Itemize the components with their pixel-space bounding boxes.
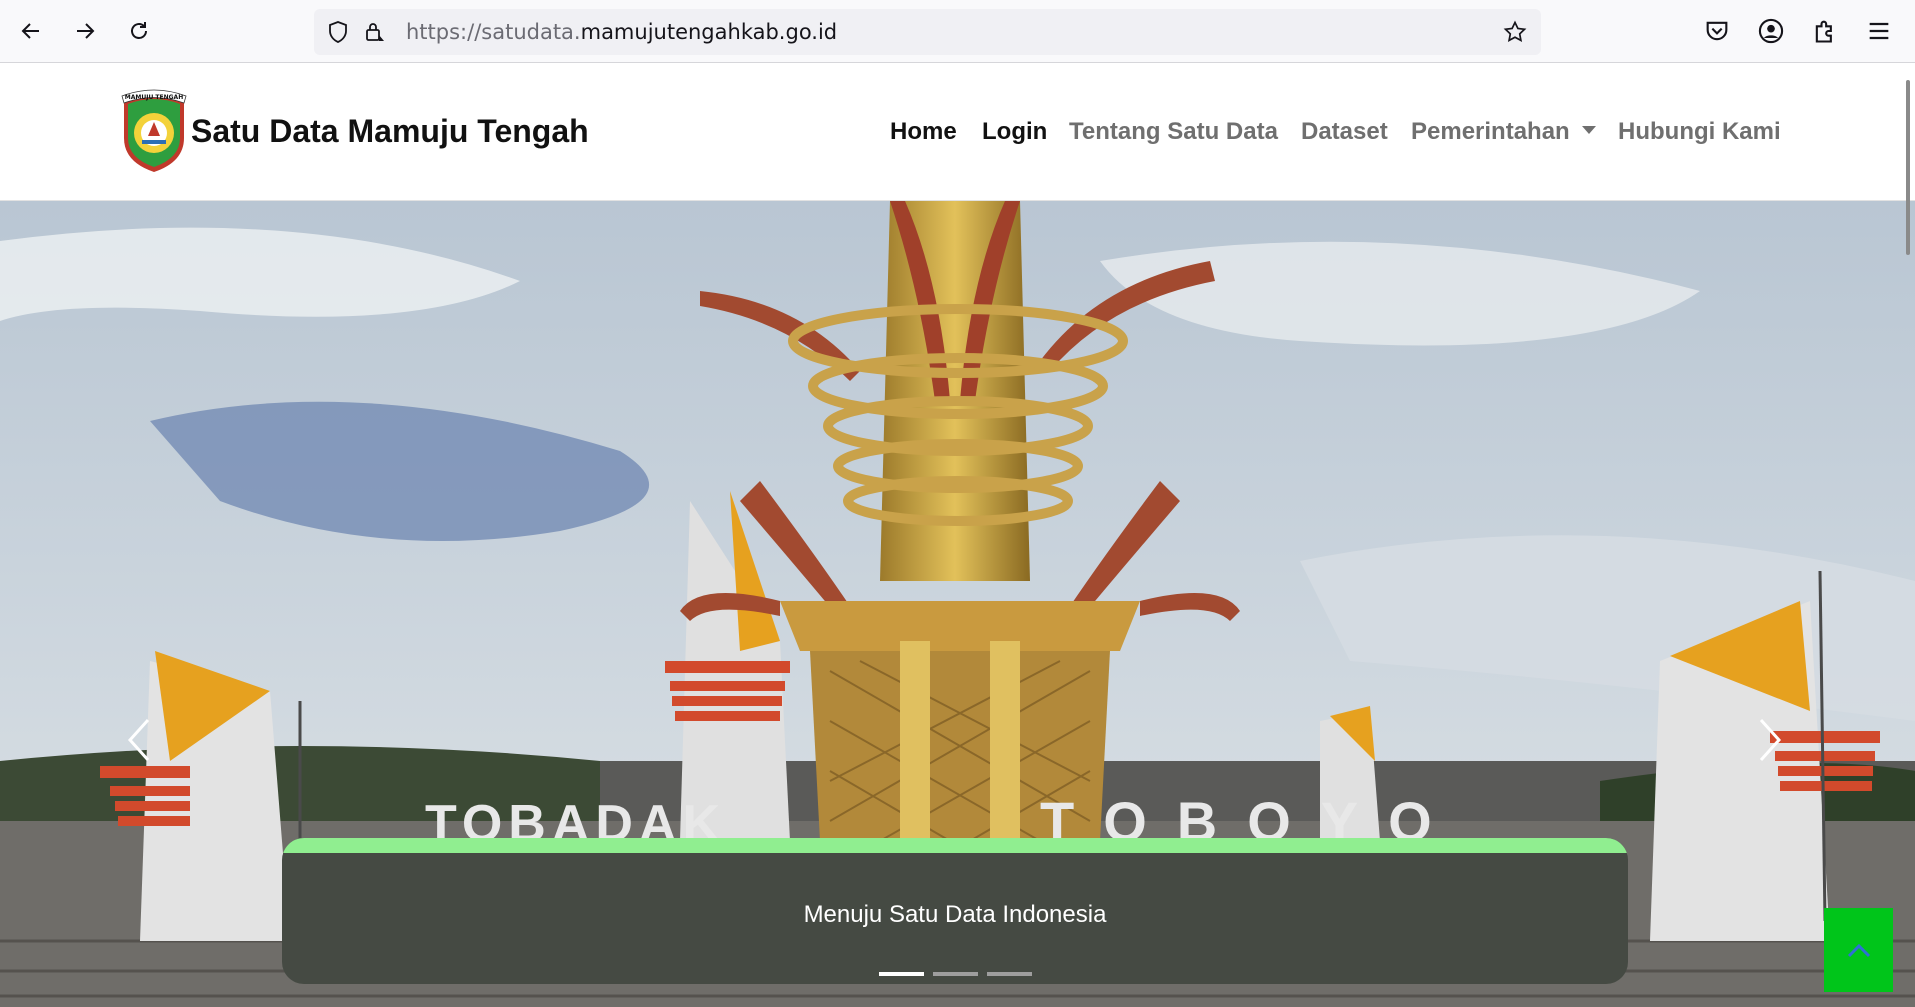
lock-icon[interactable]: [362, 20, 386, 44]
browser-toolbar: https://satudata.mamujutengahkab.go.id: [0, 0, 1915, 63]
site-navbar: MAMUJU TENGAH Satu Data Mamuju Tengah Ho…: [0, 64, 1915, 201]
pocket-icon[interactable]: [1703, 17, 1731, 45]
shield-icon[interactable]: [326, 20, 350, 44]
account-icon[interactable]: [1757, 17, 1785, 45]
back-to-top-button[interactable]: [1824, 908, 1893, 992]
nav-home[interactable]: Home: [890, 118, 957, 146]
carousel-indicator-1[interactable]: [879, 972, 924, 976]
url-prefix: https://satudata.: [406, 20, 581, 44]
nav-dataset[interactable]: Dataset: [1301, 118, 1388, 146]
nav-about[interactable]: Tentang Satu Data: [1069, 118, 1278, 146]
carousel-prev-icon[interactable]: [122, 716, 154, 764]
forward-arrow-icon[interactable]: [68, 14, 102, 48]
back-arrow-icon[interactable]: [14, 14, 48, 48]
extensions-icon[interactable]: [1811, 17, 1839, 45]
caption-accent-bar: [282, 838, 1628, 853]
nav-government-label: Pemerintahan: [1411, 118, 1570, 145]
url-domain: mamujutengahkab.go.id: [580, 20, 838, 44]
nav-login[interactable]: Login: [982, 118, 1047, 146]
page-scrollbar[interactable]: [1906, 80, 1910, 255]
hero-caption-panel: Menuju Satu Data Indonesia: [282, 838, 1628, 984]
caret-down-icon: [1581, 126, 1596, 134]
nav-government-dropdown[interactable]: Pemerintahan: [1411, 118, 1596, 146]
reload-icon[interactable]: [122, 14, 156, 48]
site-brand[interactable]: Satu Data Mamuju Tengah: [191, 113, 589, 150]
chevron-up-icon: [1847, 943, 1870, 958]
regency-logo[interactable]: MAMUJU TENGAH: [118, 86, 190, 174]
carousel-next-icon[interactable]: [1755, 716, 1787, 764]
nav-contact[interactable]: Hubungi Kami: [1618, 118, 1781, 146]
star-icon[interactable]: [1503, 20, 1527, 44]
carousel-indicator-2[interactable]: [933, 972, 978, 976]
url-text: https://satudata.mamujutengahkab.go.id: [406, 20, 837, 44]
logo-text: MAMUJU TENGAH: [125, 94, 183, 101]
carousel-indicator-3[interactable]: [987, 972, 1032, 976]
menu-icon[interactable]: [1865, 17, 1893, 45]
address-bar[interactable]: https://satudata.mamujutengahkab.go.id: [314, 9, 1541, 55]
hero-caption: Menuju Satu Data Indonesia: [803, 901, 1107, 928]
